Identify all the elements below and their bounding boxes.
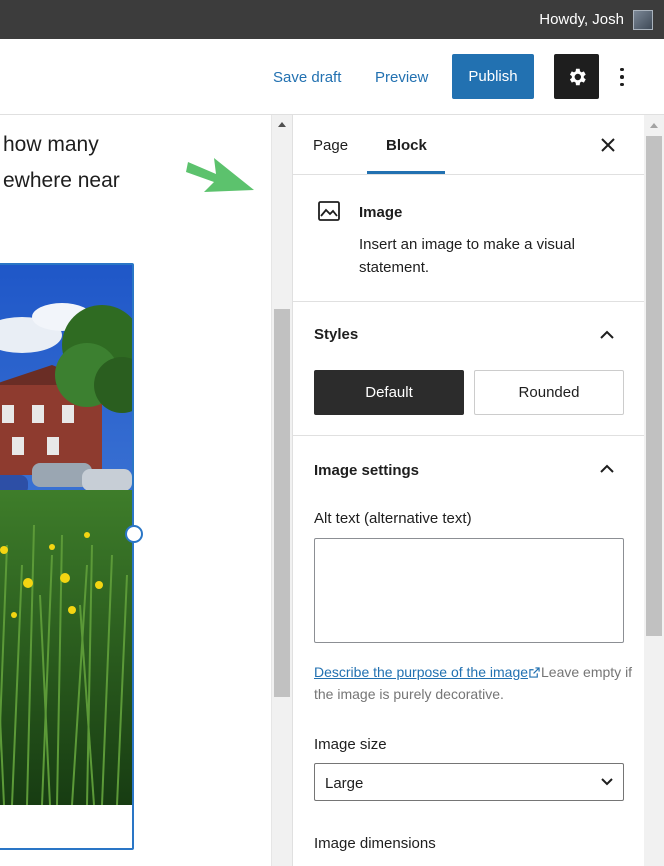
image-block-icon [318, 201, 340, 221]
sidebar-tabs: Page Block [293, 115, 645, 175]
sidebar-scrollbar[interactable] [644, 115, 664, 866]
alt-text-input[interactable] [314, 538, 624, 643]
image-settings-panel: Image settings Alt text (alternative tex… [293, 436, 645, 866]
save-draft-button[interactable]: Save draft [273, 69, 341, 86]
image-size-select[interactable]: Large [314, 763, 624, 801]
image-size-value: Large [325, 775, 364, 792]
scroll-up-arrow-icon[interactable] [278, 122, 286, 127]
chevron-up-icon[interactable] [600, 464, 614, 474]
block-card: Image Insert an image to make a visual s… [293, 175, 645, 302]
selected-image-block[interactable] [0, 263, 134, 850]
garden-photo [0, 265, 132, 805]
kebab-dot-icon [620, 67, 624, 72]
editor-canvas[interactable]: how many ewhere near [0, 115, 271, 866]
describe-purpose-link[interactable]: Describe the purpose of the image [314, 664, 528, 680]
chevron-down-icon [601, 778, 613, 786]
admin-bar: Howdy, Josh [0, 0, 664, 39]
editor-header: Save draft Preview Publish [0, 39, 664, 115]
tab-page[interactable]: Page [313, 137, 348, 154]
kebab-dot-icon [620, 75, 624, 79]
styles-panel-toggle[interactable]: Styles [314, 326, 358, 343]
style-rounded-button[interactable]: Rounded [474, 370, 624, 415]
image-dimensions-label: Image dimensions [314, 835, 436, 852]
paragraph-line[interactable]: ewhere near [3, 169, 120, 193]
gear-icon [569, 68, 586, 85]
tab-block[interactable]: Block [386, 137, 427, 154]
alt-text-help: Describe the purpose of the image Leave e… [314, 661, 634, 705]
image-settings-toggle[interactable]: Image settings [314, 462, 419, 479]
scroll-thumb[interactable] [646, 136, 662, 636]
paragraph-line[interactable]: how many [3, 133, 99, 157]
settings-sidebar: Page Block Image Insert an image to make… [292, 115, 645, 866]
image-resize-handle[interactable] [125, 525, 143, 543]
green-arrow-icon [186, 158, 254, 192]
alt-text-label: Alt text (alternative text) [314, 510, 472, 527]
scroll-thumb[interactable] [274, 309, 290, 697]
options-menu-button[interactable] [612, 61, 632, 93]
preview-button[interactable]: Preview [375, 69, 428, 86]
howdy-user-link[interactable]: Howdy, Josh [539, 11, 624, 28]
active-tab-indicator [367, 171, 445, 174]
block-title: Image [359, 204, 403, 221]
style-default-button[interactable]: Default [314, 370, 464, 415]
external-link-icon [529, 667, 540, 678]
kebab-dot-icon [620, 82, 624, 87]
settings-button[interactable] [554, 54, 599, 99]
scroll-up-arrow-icon[interactable] [650, 123, 658, 128]
block-description: Insert an image to make a visual stateme… [359, 236, 575, 276]
user-avatar[interactable] [633, 10, 653, 30]
styles-panel: Styles Default Rounded [293, 302, 645, 436]
publish-button[interactable]: Publish [452, 54, 534, 99]
canvas-scrollbar[interactable] [271, 115, 292, 866]
chevron-up-icon[interactable] [600, 330, 614, 340]
image-size-label: Image size [314, 736, 387, 753]
close-icon[interactable] [598, 135, 618, 155]
